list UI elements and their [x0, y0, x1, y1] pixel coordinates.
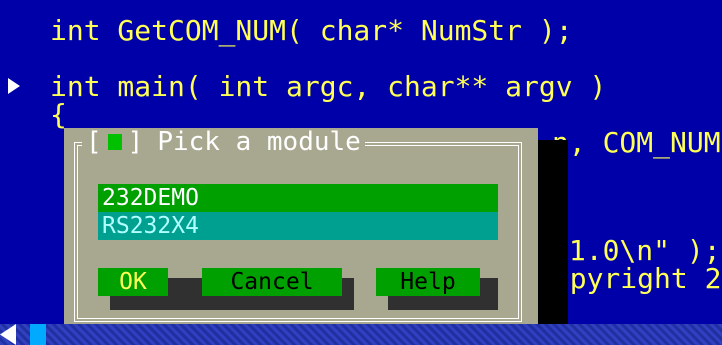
help-button-wrap: Help: [376, 268, 500, 312]
horizontal-scrollbar[interactable]: [0, 324, 722, 345]
close-box-bracket: ]: [127, 127, 144, 157]
cancel-button[interactable]: Cancel: [202, 268, 342, 296]
dialog-title-bar: [ ] Pick a module: [82, 127, 365, 157]
list-item[interactable]: 232DEMO: [98, 184, 498, 212]
module-list[interactable]: 232DEMO RS232X4: [98, 184, 498, 240]
list-item[interactable]: RS232X4: [98, 212, 498, 240]
code-line: int main( int argc, char** argv ): [50, 70, 607, 103]
scrollbar-thumb[interactable]: [30, 324, 46, 345]
code-line-fragment: n, COM_NUM;: [552, 126, 722, 159]
close-icon[interactable]: [107, 134, 122, 150]
pick-module-dialog: [ ] Pick a module 232DEMO RS232X4 OK Can…: [64, 127, 538, 332]
help-button[interactable]: Help: [376, 268, 480, 296]
dialog-title: Pick a module: [157, 127, 361, 157]
cancel-button-wrap: Cancel: [202, 268, 362, 312]
ok-button[interactable]: OK: [98, 268, 168, 296]
code-line: int GetCOM_NUM( char* NumStr );: [50, 14, 573, 47]
dialog-shadow: [538, 140, 568, 345]
close-box-bracket: [: [86, 127, 102, 157]
execution-arrow-icon: [8, 78, 20, 94]
code-line: {: [50, 98, 67, 131]
